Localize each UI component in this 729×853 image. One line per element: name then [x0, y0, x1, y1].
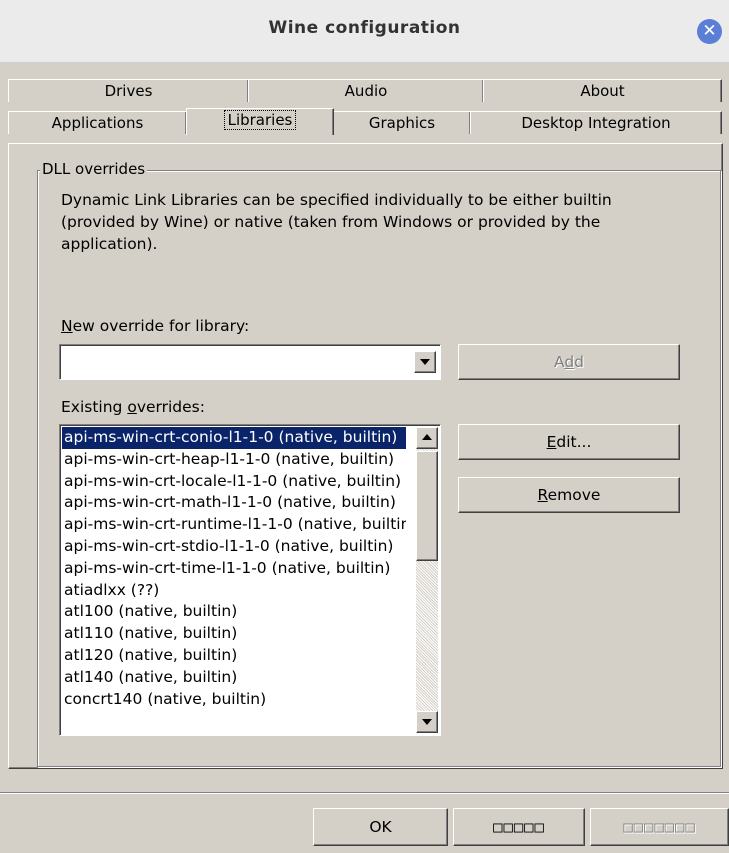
chevron-down-icon: [422, 719, 432, 725]
list-item[interactable]: api-ms-win-crt-time-l1-1-0 (native, buil…: [62, 558, 406, 580]
tab-audio-label: Audio: [344, 82, 388, 100]
edit-button-label: Edit...: [547, 433, 592, 451]
list-item[interactable]: api-ms-win-crt-stdio-l1-1-0 (native, bui…: [62, 536, 406, 558]
edit-button[interactable]: Edit...: [458, 424, 680, 460]
tab-libraries[interactable]: Libraries: [186, 108, 334, 135]
apply-button[interactable]: □□□□□□□: [590, 808, 729, 846]
tab-graphics[interactable]: Graphics: [333, 111, 471, 134]
scroll-down-button[interactable]: [416, 711, 438, 733]
edit-label-mnemonic: E: [546, 433, 557, 451]
overrides-items: api-ms-win-crt-conio-l1-1-0 (native, bui…: [62, 427, 406, 710]
tab-about-label: About: [580, 82, 625, 100]
remove-button[interactable]: Remove: [458, 477, 680, 513]
scroll-up-button[interactable]: [416, 427, 438, 449]
add-label-mnemonic: d: [564, 353, 575, 371]
list-item[interactable]: atiadlxx (??): [62, 580, 406, 602]
tab-drives[interactable]: Drives: [8, 79, 249, 102]
list-item[interactable]: api-ms-win-crt-locale-l1-1-0 (native, bu…: [62, 471, 406, 493]
remove-button-label: Remove: [538, 486, 601, 504]
scrollbar-thumb[interactable]: [416, 451, 438, 561]
cancel-button[interactable]: □□□□□: [453, 808, 585, 846]
add-button-label: Add: [554, 353, 584, 371]
list-item[interactable]: atl140 (native, builtin): [62, 667, 406, 689]
tab-about[interactable]: About: [483, 79, 722, 102]
chevron-down-icon: [420, 359, 430, 365]
tab-desktop-integration-label: Desktop Integration: [521, 114, 671, 132]
add-label-a: A: [553, 353, 565, 371]
new-override-label-text: ew override for library:: [72, 317, 250, 335]
combo-dropdown-button[interactable]: [414, 351, 436, 373]
ok-button[interactable]: OK: [313, 808, 448, 846]
add-label-rest: d: [574, 353, 585, 371]
new-override-input[interactable]: [62, 347, 406, 377]
apply-button-label: □□□□□□□: [623, 818, 696, 836]
tab-audio[interactable]: Audio: [248, 79, 484, 102]
list-item[interactable]: atl110 (native, builtin): [62, 623, 406, 645]
new-override-label: New override for library:: [61, 317, 249, 335]
tab-applications[interactable]: Applications: [8, 111, 187, 134]
add-button[interactable]: Add: [458, 344, 680, 380]
tab-drives-label: Drives: [104, 82, 153, 100]
tab-graphics-label: Graphics: [368, 114, 436, 132]
ok-button-label: OK: [369, 818, 392, 836]
list-item[interactable]: atl120 (native, builtin): [62, 645, 406, 667]
tab-libraries-label: Libraries: [223, 110, 297, 130]
remove-label-mnemonic: R: [537, 486, 548, 504]
list-item[interactable]: api-ms-win-crt-heap-l1-1-0 (native, buil…: [62, 449, 406, 471]
list-item[interactable]: concrt140 (native, builtin): [62, 689, 406, 711]
dll-overrides-label: DLL overrides: [40, 160, 148, 178]
list-item[interactable]: api-ms-win-crt-math-l1-1-0 (native, buil…: [62, 492, 406, 514]
list-item[interactable]: api-ms-win-crt-conio-l1-1-0 (native, bui…: [62, 427, 406, 449]
existing-label-mnemonic: o: [127, 398, 137, 416]
remove-label-rest: emove: [547, 486, 601, 504]
description-text: Dynamic Link Libraries can be specified …: [61, 191, 612, 253]
tab-applications-label: Applications: [51, 114, 144, 132]
new-override-combobox[interactable]: [59, 344, 441, 380]
list-item[interactable]: atl100 (native, builtin): [62, 601, 406, 623]
existing-overrides-label: Existing overrides:: [61, 398, 205, 416]
title-bar: Wine configuration ✕: [0, 0, 729, 63]
close-icon[interactable]: ✕: [697, 19, 722, 44]
existing-label-b: verrides:: [136, 398, 205, 416]
footer-separator: [0, 792, 729, 794]
window-title: Wine configuration: [268, 18, 461, 38]
existing-label-a: Existing: [61, 398, 128, 416]
chevron-up-icon: [422, 434, 432, 440]
list-item[interactable]: api-ms-win-crt-runtime-l1-1-0 (native, b…: [62, 514, 406, 536]
cancel-button-label: □□□□□: [493, 818, 545, 836]
tab-desktop-integration[interactable]: Desktop Integration: [470, 111, 722, 134]
new-override-label-mnemonic: N: [61, 317, 73, 335]
edit-label-rest: dit...: [556, 433, 592, 451]
vertical-scrollbar[interactable]: [416, 427, 438, 733]
existing-overrides-list[interactable]: api-ms-win-crt-conio-l1-1-0 (native, bui…: [59, 424, 441, 736]
